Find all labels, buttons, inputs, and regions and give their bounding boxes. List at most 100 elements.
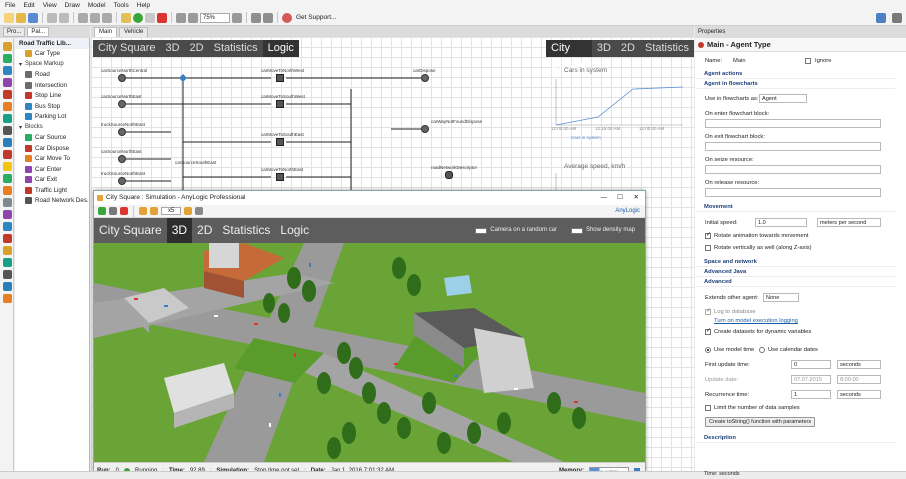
palette-category-icon[interactable] (3, 282, 12, 291)
tab-main[interactable]: Main (94, 27, 118, 37)
section-advanced[interactable]: Advanced (697, 278, 895, 287)
speed-unit-select[interactable]: meters per second (817, 218, 881, 227)
car-move-to-block[interactable] (276, 100, 284, 108)
car-move-to-block[interactable] (276, 173, 284, 181)
palette-item[interactable]: Car Source (15, 133, 89, 144)
update-time-field[interactable]: 8:00:00 (837, 375, 881, 384)
nav-3d[interactable]: 3D (592, 40, 616, 57)
tab-properties[interactable]: Properties (698, 29, 725, 35)
cut-icon[interactable] (78, 12, 88, 23)
nav-statistics[interactable]: Statistics (640, 40, 694, 57)
build-icon[interactable] (121, 12, 131, 23)
first-update-unit[interactable]: seconds (837, 360, 881, 369)
on-seize-field[interactable] (705, 165, 881, 174)
zoom-out-icon[interactable] (188, 12, 198, 23)
extends-select[interactable]: None (763, 293, 799, 302)
nav-city-square[interactable]: City Square (93, 40, 160, 57)
ignore-checkbox[interactable] (805, 58, 811, 64)
section-description[interactable]: Description (697, 434, 895, 443)
density-checkbox[interactable] (570, 227, 583, 234)
speed-mode-icon[interactable] (150, 207, 158, 215)
paste-icon[interactable] (102, 12, 112, 23)
slow-down-icon[interactable] (139, 207, 147, 215)
save-icon[interactable] (28, 12, 38, 23)
car-source-block[interactable] (118, 155, 126, 163)
navigate-icon[interactable] (195, 207, 204, 215)
palette-category-icon[interactable] (3, 78, 12, 87)
palette-category-icon[interactable] (3, 102, 12, 111)
undo-icon[interactable] (47, 12, 57, 23)
menu-view[interactable]: View (43, 2, 57, 9)
nav-2d[interactable]: 2D (185, 40, 209, 57)
run-icon[interactable] (133, 12, 143, 23)
palette-item[interactable]: Car Dispose (15, 143, 89, 154)
on-exit-field[interactable] (705, 142, 881, 151)
debug-icon[interactable] (145, 12, 155, 23)
nav-statistics[interactable]: Statistics (209, 40, 263, 57)
section-agent-actions[interactable]: Agent actions (697, 70, 895, 79)
nav-logic[interactable]: Logic (275, 218, 314, 243)
3d-view[interactable] (94, 243, 645, 462)
palette-section[interactable]: ▾ Blocks (15, 122, 89, 133)
palette-category-icon[interactable] (3, 150, 12, 159)
on-enter-field[interactable] (705, 119, 881, 128)
speed-field[interactable]: x5 (161, 207, 182, 215)
minimize-icon[interactable]: — (601, 191, 608, 205)
palette-item[interactable]: Road Network Des... (15, 196, 89, 207)
palette-category-icon[interactable] (3, 42, 12, 51)
section-agent-in-flowcharts[interactable]: Agent in flowcharts (697, 80, 895, 89)
tab-projects[interactable]: Pro... (3, 27, 26, 37)
perspective-icon[interactable] (876, 12, 886, 23)
initial-speed-field[interactable]: 1.0 (755, 218, 807, 227)
palette-item[interactable]: Bus Stop (15, 101, 89, 112)
tostring-button[interactable]: Create toString() function with paramete… (705, 417, 816, 427)
palette-category-icon[interactable] (3, 126, 12, 135)
get-support-button[interactable]: Get Support... (296, 14, 336, 21)
palette-section[interactable]: ▾ Space Markup (15, 59, 89, 70)
datasets-checkbox[interactable] (705, 327, 711, 335)
stop-icon[interactable] (120, 207, 128, 215)
stop-icon[interactable] (157, 12, 167, 23)
turn-on-logging-link[interactable]: Turn on model execution logging (714, 318, 798, 324)
palette-item[interactable]: Car Exit (15, 175, 89, 186)
nav-logic[interactable]: Logic (262, 40, 299, 57)
close-icon[interactable]: ✕ (634, 191, 639, 205)
menu-draw[interactable]: Draw (65, 2, 80, 9)
calendar-radio[interactable] (759, 347, 765, 353)
update-date-field[interactable]: 07.07.2015 (791, 375, 831, 384)
model-time-radio[interactable] (705, 347, 711, 353)
palette-item[interactable]: Car Type (15, 49, 89, 60)
car-source-block[interactable] (118, 177, 126, 185)
section-advanced-java[interactable]: Advanced Java (697, 268, 895, 277)
copy-icon[interactable] (90, 12, 100, 23)
select-icon[interactable] (251, 12, 261, 23)
palette-category-icon[interactable] (3, 54, 12, 63)
recurrence-field[interactable]: 1 (791, 390, 831, 399)
palette-category-icon[interactable] (3, 234, 12, 243)
rotate-checkbox[interactable] (705, 231, 711, 239)
palette-item[interactable]: Road (15, 70, 89, 81)
nav-statistics[interactable]: Statistics (217, 218, 275, 243)
zoom-in-icon[interactable] (176, 12, 186, 23)
palette-category-icon[interactable] (3, 198, 12, 207)
palette-item[interactable]: Parking Lot (15, 112, 89, 123)
nav-3d[interactable]: 3D (160, 40, 184, 57)
pan-icon[interactable] (263, 12, 273, 23)
redo-icon[interactable] (59, 12, 69, 23)
palette-category-icon[interactable] (3, 246, 12, 255)
palette-category-icon[interactable] (3, 222, 12, 231)
anylogic-link[interactable]: AnyLogic (615, 208, 640, 214)
tab-palette[interactable]: Pal... (27, 27, 50, 37)
palette-item[interactable]: Intersection (15, 80, 89, 91)
car-move-to-block[interactable] (276, 74, 284, 82)
nav-3d[interactable]: 3D (166, 218, 193, 243)
open-icon[interactable] (16, 12, 26, 23)
palette-category-icon[interactable] (3, 138, 12, 147)
car-source-block[interactable] (118, 100, 126, 108)
palette-category-icon[interactable] (3, 174, 12, 183)
menu-edit[interactable]: Edit (23, 2, 34, 9)
limit-checkbox[interactable] (705, 405, 711, 411)
palette-item[interactable]: Car Enter (15, 164, 89, 175)
nav-2d[interactable]: 2D (616, 40, 640, 57)
speed-up-icon[interactable] (184, 207, 193, 215)
